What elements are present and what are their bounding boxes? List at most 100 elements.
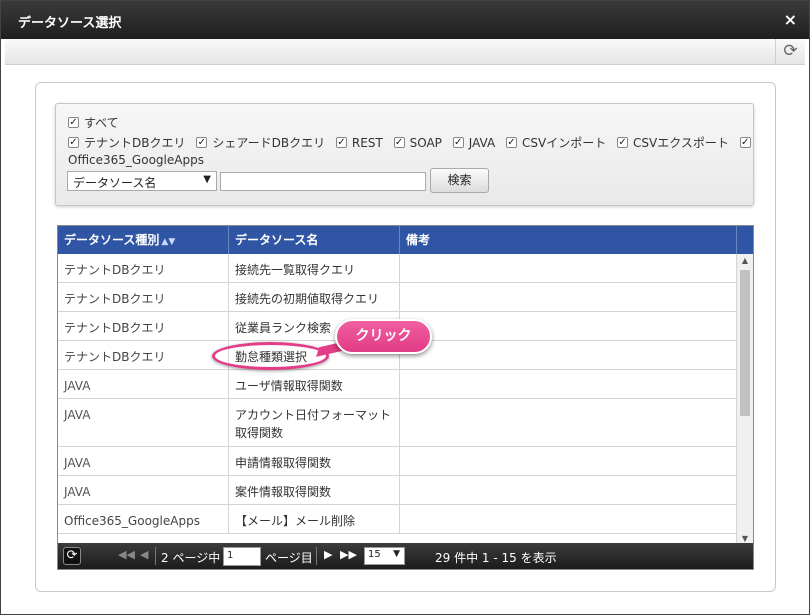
- grid-header: データソース種別 ▲▼ データソース名 備考: [58, 226, 753, 254]
- filter-office365-googleapps-checkbox[interactable]: ✓: [739, 137, 756, 148]
- grid-scrollbar[interactable]: ▲ ▼: [736, 254, 753, 545]
- table-row[interactable]: JAVA アカウント日付フォーマット取得関数: [58, 399, 737, 447]
- cell-name[interactable]: 申請情報取得関数: [229, 447, 400, 475]
- last-page-icon[interactable]: ▶▶: [340, 548, 357, 561]
- filter-label: SOAP: [409, 135, 442, 150]
- checkbox-checked-icon: ✓: [505, 137, 517, 148]
- checkbox-checked-icon: ✓: [68, 137, 79, 148]
- close-icon[interactable]: ×: [784, 10, 797, 29]
- table-row[interactable]: テナントDBクエリ 接続先一覧取得クエリ: [58, 254, 737, 283]
- search-input[interactable]: [220, 172, 426, 191]
- cell-note: [400, 476, 737, 504]
- refresh-icon[interactable]: ⟳: [775, 39, 805, 65]
- checkbox-checked-icon: ✓: [739, 137, 751, 148]
- filter-label: CSVエクスポート: [633, 136, 729, 150]
- column-header-label: 備考: [406, 233, 431, 247]
- dialog-titlebar: データソース選択 ×: [1, 1, 809, 39]
- scroll-down-icon[interactable]: ▼: [737, 534, 753, 543]
- cell-note: [400, 399, 737, 446]
- filter-shared-db-query-checkbox[interactable]: ✓ シェアードDBクエリ: [196, 134, 325, 151]
- search-field-selected-value: データソース名: [73, 176, 157, 190]
- pager-separator: [155, 547, 156, 565]
- search-field-select[interactable]: データソース名 ▼: [67, 171, 217, 191]
- filter-label: JAVA: [468, 135, 496, 150]
- search-button[interactable]: 検索: [430, 168, 489, 193]
- next-page-icon[interactable]: ▶: [324, 548, 332, 561]
- datasource-grid: データソース種別 ▲▼ データソース名 備考 テナントDBクエリ 接続先一覧取得ク…: [57, 225, 754, 570]
- checkbox-checked-icon: ✓: [196, 137, 208, 148]
- filter-rest-checkbox[interactable]: ✓ REST: [335, 135, 383, 150]
- cell-name[interactable]: 接続先の初期値取得クエリ: [229, 283, 400, 311]
- filter-label: CSVインポート: [521, 136, 607, 150]
- table-row[interactable]: JAVA 案件情報取得関数: [58, 476, 737, 505]
- grid-pager: ⟳ ◀◀ ◀ 2 ページ中 1 ページ目 ▶ ▶▶ 15 ▼ 29 件中 1 -…: [58, 543, 753, 569]
- click-callout: クリック: [335, 319, 432, 354]
- first-page-icon[interactable]: ◀◀: [118, 548, 135, 561]
- filter-csv-export-checkbox[interactable]: ✓ CSVエクスポート: [617, 134, 729, 151]
- filter-csv-import-checkbox[interactable]: ✓ CSVインポート: [505, 134, 607, 151]
- filter-all-label: すべて: [84, 116, 119, 130]
- cell-note: [400, 505, 737, 533]
- dialog-toolbar: ⟳: [5, 39, 805, 65]
- cell-name[interactable]: アカウント日付フォーマット取得関数: [229, 399, 400, 446]
- dropdown-arrow-icon: ▼: [393, 549, 400, 559]
- filter-tenant-db-query-checkbox[interactable]: ✓ テナントDBクエリ: [68, 134, 185, 151]
- cell-note: [400, 370, 737, 398]
- cell-type: テナントDBクエリ: [58, 312, 229, 340]
- column-header-label: データソース種別: [64, 233, 160, 247]
- search-panel: ✓ すべて ✓ テナントDBクエリ ✓ シェアードDBクエリ ✓ REST ✓ …: [55, 103, 754, 206]
- cell-name[interactable]: 案件情報取得関数: [229, 476, 400, 504]
- filter-all-checkbox[interactable]: ✓ すべて: [68, 114, 119, 131]
- column-header-label: データソース名: [235, 233, 319, 247]
- cell-note: [400, 254, 737, 282]
- filter-label: テナントDBクエリ: [84, 136, 186, 150]
- table-row[interactable]: Office365_GoogleApps 【メール】メール削除: [58, 505, 737, 534]
- filter-java-checkbox[interactable]: ✓ JAVA: [452, 135, 496, 150]
- dialog-title: データソース選択: [18, 16, 122, 31]
- cell-name[interactable]: 【メール】メール削除: [229, 505, 400, 533]
- filter-label: Office365_GoogleApps: [68, 153, 204, 167]
- cell-note: [400, 341, 737, 369]
- datasource-select-dialog: データソース選択 × ⟳ ✓ すべて ✓ テナントDBクエリ ✓ シェアードDB…: [0, 0, 810, 615]
- cell-type: テナントDBクエリ: [58, 254, 229, 282]
- cell-type: テナントDBクエリ: [58, 283, 229, 311]
- column-header-note[interactable]: 備考: [400, 226, 737, 254]
- cell-note: [400, 447, 737, 475]
- checkbox-checked-icon: ✓: [452, 137, 464, 148]
- cell-type: テナントDBクエリ: [58, 341, 229, 369]
- checkbox-checked-icon: ✓: [68, 117, 79, 128]
- page-number-input[interactable]: 1: [223, 547, 261, 566]
- scroll-thumb[interactable]: [740, 270, 750, 416]
- checkbox-checked-icon: ✓: [335, 137, 347, 148]
- cell-type: Office365_GoogleApps: [58, 505, 229, 533]
- scroll-up-icon[interactable]: ▲: [737, 256, 753, 265]
- column-header-name[interactable]: データソース名: [229, 226, 400, 254]
- cell-type: JAVA: [58, 447, 229, 475]
- pager-separator: [316, 547, 317, 565]
- cell-name[interactable]: ユーザ情報取得関数: [229, 370, 400, 398]
- table-row[interactable]: JAVA 申請情報取得関数: [58, 447, 737, 476]
- dropdown-arrow-icon: ▼: [203, 174, 211, 185]
- filter-label: REST: [351, 135, 383, 150]
- checkbox-checked-icon: ✓: [393, 137, 405, 148]
- cell-type: JAVA: [58, 399, 229, 446]
- cell-type: JAVA: [58, 476, 229, 504]
- page-label-suffix: ページ目: [265, 551, 313, 565]
- cell-type: JAVA: [58, 370, 229, 398]
- checkbox-checked-icon: ✓: [617, 137, 629, 148]
- pager-summary: 29 件中 1 - 15 を表示: [435, 551, 557, 565]
- table-row[interactable]: JAVA ユーザ情報取得関数: [58, 370, 737, 399]
- prev-page-icon[interactable]: ◀: [140, 548, 148, 561]
- cell-note: [400, 283, 737, 311]
- cell-name[interactable]: 接続先一覧取得クエリ: [229, 254, 400, 282]
- sort-icon: ▲▼: [161, 237, 176, 247]
- reload-icon[interactable]: ⟳: [63, 547, 81, 565]
- page-label-prefix: 2 ページ中: [161, 551, 221, 565]
- per-page-select[interactable]: 15 ▼: [364, 547, 405, 565]
- cell-note: [400, 312, 737, 340]
- filter-label: シェアードDBクエリ: [212, 136, 326, 150]
- filter-soap-checkbox[interactable]: ✓ SOAP: [393, 135, 442, 150]
- grid-body: テナントDBクエリ 接続先一覧取得クエリ テナントDBクエリ 接続先の初期値取得…: [58, 254, 737, 545]
- column-header-type[interactable]: データソース種別 ▲▼: [58, 226, 229, 254]
- table-row[interactable]: テナントDBクエリ 接続先の初期値取得クエリ: [58, 283, 737, 312]
